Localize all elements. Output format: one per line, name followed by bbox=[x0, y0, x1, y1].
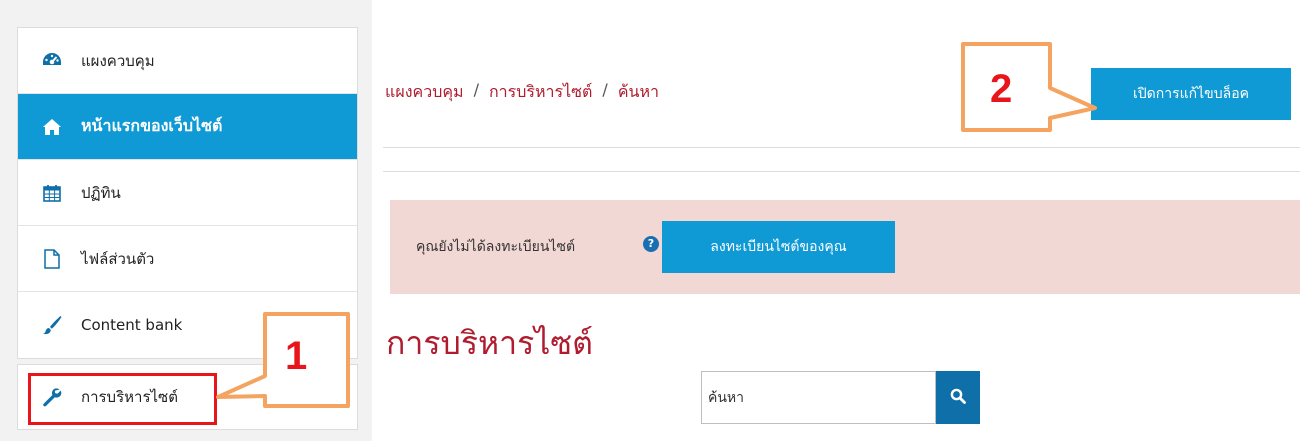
divider bbox=[383, 171, 1300, 172]
file-icon bbox=[41, 248, 63, 270]
callout-1-number: 1 bbox=[285, 334, 308, 378]
sidebar-item-label: หน้าแรกของเว็บไซต์ bbox=[81, 116, 223, 135]
sidebar-item-label: แผงควบคุม bbox=[81, 51, 155, 70]
sidebar-item-site-home[interactable]: หน้าแรกของเว็บไซต์ bbox=[18, 94, 357, 160]
breadcrumb-separator: / bbox=[602, 80, 608, 99]
registration-alert: คุณยังไม่ได้ลงทะเบียนไซต์ ? ลงทะเบียนไซต… bbox=[390, 200, 1300, 294]
divider bbox=[383, 147, 1300, 148]
sidebar-item-label: การบริหารไซต์ bbox=[81, 388, 178, 406]
sidebar-item-dashboard[interactable]: แผงควบคุม bbox=[18, 28, 357, 94]
sidebar-item-label: ปฏิทิน bbox=[81, 183, 121, 202]
home-icon bbox=[41, 116, 63, 138]
register-site-button[interactable]: ลงทะเบียนไซต์ของคุณ bbox=[662, 221, 895, 273]
sidebar-item-label: ไฟล์ส่วนตัว bbox=[81, 249, 155, 268]
breadcrumb-search[interactable]: ค้นหา bbox=[618, 80, 659, 105]
breadcrumb-dashboard[interactable]: แผงควบคุม bbox=[385, 80, 464, 105]
calendar-icon bbox=[41, 182, 63, 204]
dashboard-icon bbox=[41, 50, 63, 72]
callout-2-shape bbox=[961, 42, 1097, 132]
page: แผงควบคุม หน้าแรกของเว็บไซต์ ปฏิทิน ไฟล์… bbox=[0, 0, 1300, 441]
callout-2-number: 2 bbox=[990, 67, 1013, 111]
search-button[interactable] bbox=[936, 371, 980, 424]
question-circle-icon[interactable]: ? bbox=[643, 236, 659, 252]
blocks-editing-on-button[interactable]: เปิดการแก้ไขบล็อค bbox=[1091, 68, 1291, 120]
nav-drawer: แผงควบคุม หน้าแรกของเว็บไซต์ ปฏิทิน ไฟล์… bbox=[17, 27, 358, 359]
alert-message: คุณยังไม่ได้ลงทะเบียนไซต์ bbox=[416, 239, 576, 255]
breadcrumb: แผงควบคุม / การบริหารไซต์ / ค้นหา bbox=[385, 80, 659, 105]
search-icon bbox=[950, 388, 966, 407]
breadcrumb-separator: / bbox=[473, 80, 479, 99]
breadcrumb-site-admin[interactable]: การบริหารไซต์ bbox=[489, 80, 592, 105]
page-title: การบริหารไซต์ bbox=[386, 324, 593, 362]
sidebar-item-calendar[interactable]: ปฏิทิน bbox=[18, 160, 357, 226]
sidebar-item-label: Content bank bbox=[81, 316, 183, 334]
search-input[interactable] bbox=[701, 371, 936, 424]
paintbrush-icon bbox=[41, 314, 63, 336]
wrench-icon bbox=[41, 386, 63, 408]
sidebar-item-private-files[interactable]: ไฟล์ส่วนตัว bbox=[18, 226, 357, 292]
